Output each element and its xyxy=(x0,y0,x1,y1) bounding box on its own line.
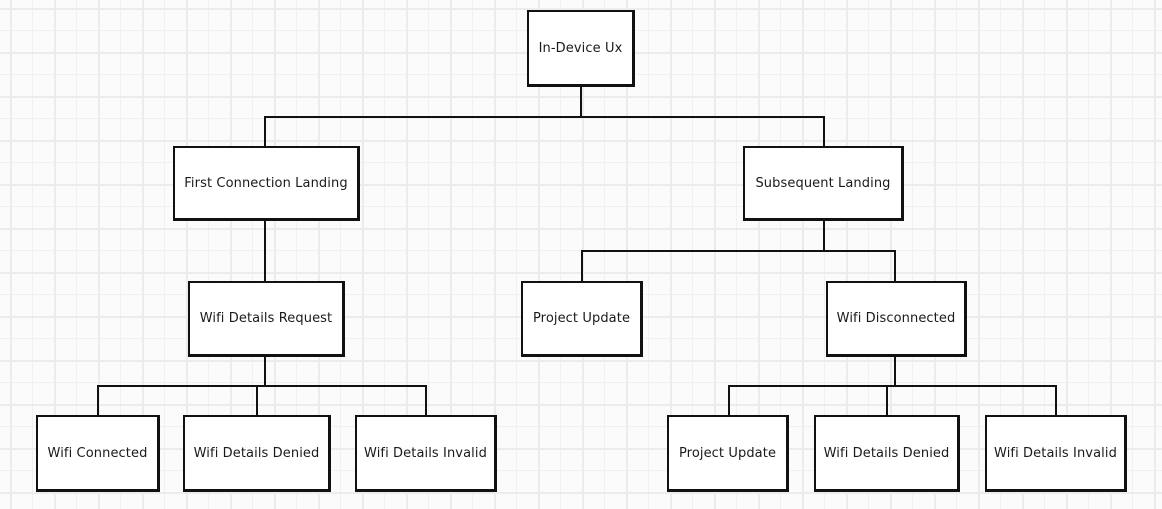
node-label: Wifi Details Denied xyxy=(823,445,950,461)
node-wifi-details-invalid-right[interactable]: Wifi Details Invalid xyxy=(985,415,1127,492)
node-wifi-details-invalid-left[interactable]: Wifi Details Invalid xyxy=(355,415,497,492)
node-wifi-disconnected[interactable]: Wifi Disconnected xyxy=(826,281,967,357)
node-label: Wifi Details Invalid xyxy=(994,445,1117,461)
node-wifi-connected[interactable]: Wifi Connected xyxy=(36,415,160,492)
node-label: First Connection Landing xyxy=(184,175,348,191)
sitemap-diagram: In-Device Ux First Connection Landing Su… xyxy=(0,0,1162,509)
node-subsequent-landing[interactable]: Subsequent Landing xyxy=(743,146,904,221)
node-first-connection-landing[interactable]: First Connection Landing xyxy=(173,146,360,221)
node-label: Wifi Details Invalid xyxy=(364,445,487,461)
node-label: Wifi Disconnected xyxy=(836,311,956,326)
node-wifi-details-request[interactable]: Wifi Details Request xyxy=(188,281,345,357)
node-project-update-mid[interactable]: Project Update xyxy=(521,281,643,357)
node-label: Wifi Details Request xyxy=(199,311,333,326)
node-wifi-details-denied-left[interactable]: Wifi Details Denied xyxy=(183,415,331,492)
node-label: Project Update xyxy=(678,445,777,461)
node-label: Wifi Details Denied xyxy=(193,445,320,461)
node-label: Subsequent Landing xyxy=(755,175,891,191)
node-label: In-Device Ux xyxy=(538,40,623,56)
node-in-device-ux[interactable]: In-Device Ux xyxy=(527,10,635,87)
node-label: Project Update xyxy=(532,311,631,326)
node-label: Wifi Connected xyxy=(47,445,148,461)
node-wifi-details-denied-right[interactable]: Wifi Details Denied xyxy=(814,415,960,492)
node-project-update-right[interactable]: Project Update xyxy=(667,415,789,492)
